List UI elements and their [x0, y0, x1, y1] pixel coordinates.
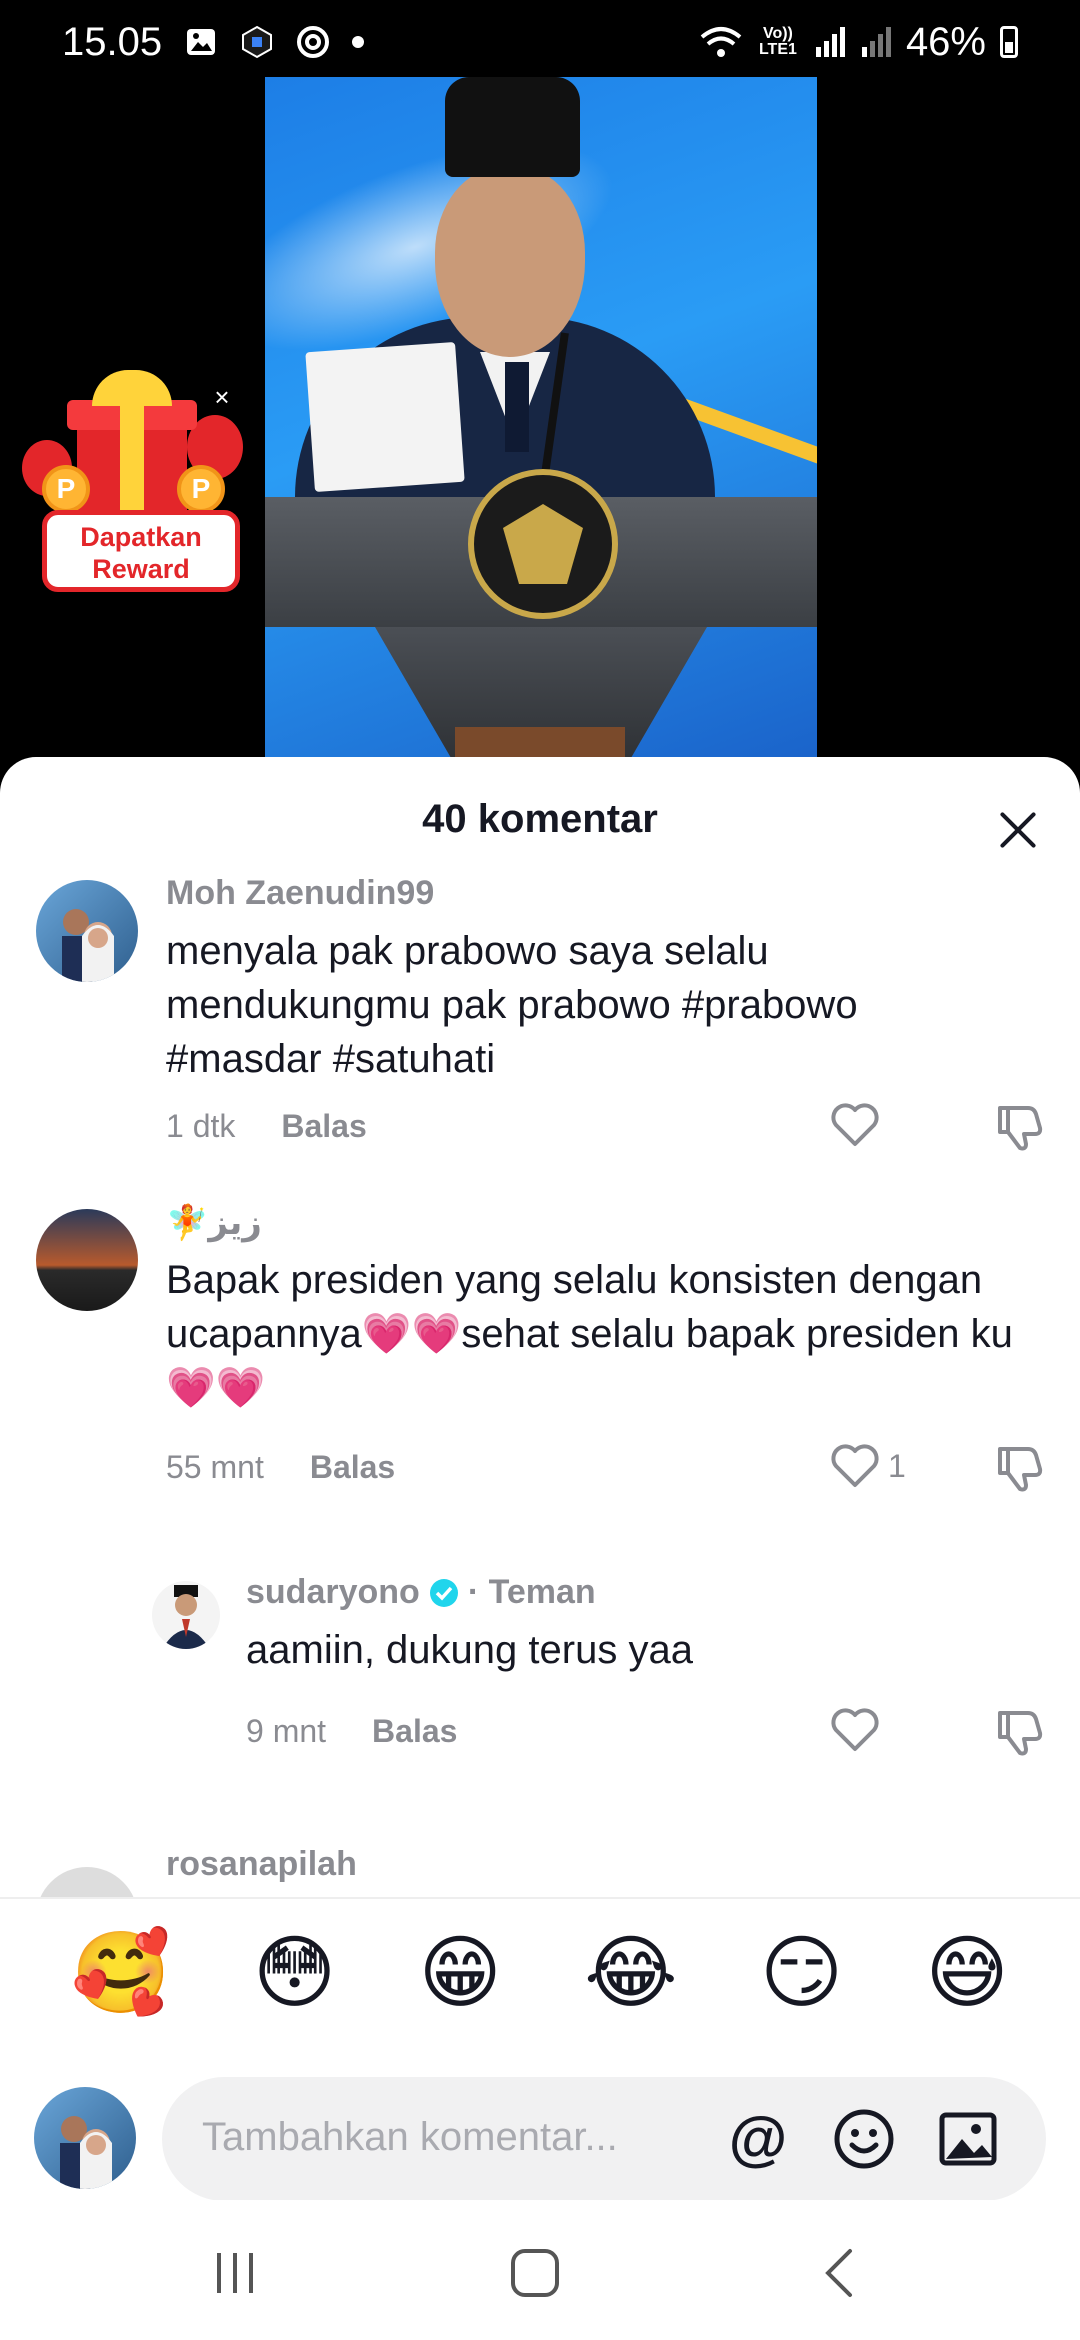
friend-badge: · Teman: [467, 1573, 596, 1611]
reply-button[interactable]: Balas: [281, 1108, 366, 1145]
comment-username[interactable]: sudaryono: [246, 1573, 420, 1612]
garuda-emblem: [468, 469, 618, 619]
reward-label: Dapatkan Reward: [42, 510, 240, 592]
dislike-icon: [998, 1106, 1043, 1151]
like-button[interactable]: 1: [830, 1443, 906, 1489]
comment-username[interactable]: rosanapilah: [166, 1845, 357, 1884]
comment-text: aamiin, dukung terus yaa: [246, 1628, 693, 1672]
avatar[interactable]: [36, 880, 138, 982]
like-count: 1: [888, 1447, 906, 1484]
dislike-button[interactable]: [994, 1707, 1044, 1762]
comment-time: 9 mnt: [246, 1713, 327, 1749]
heart-outline-icon: [831, 1444, 879, 1487]
target-icon: [297, 26, 330, 58]
speech-paper: [305, 341, 465, 493]
comment-input-placeholder: Tambahkan komentar...: [202, 2115, 618, 2159]
reward-close-icon[interactable]: ×: [210, 384, 234, 410]
battery-percent: 46%: [905, 19, 986, 64]
comment-time: 55 mnt: [166, 1449, 264, 1485]
reward-widget[interactable]: P P Dapatkan Reward: [22, 370, 243, 595]
verified-icon: [429, 1578, 458, 1607]
comment-meta: 1 dtk Balas: [166, 1108, 367, 1145]
comment-text: menyala pak prabowo saya selalu mendukun…: [166, 929, 858, 1081]
dislike-button[interactable]: [994, 1443, 1044, 1498]
emoji-button[interactable]: 🥰: [71, 1928, 171, 2018]
comments-count-title: 40 komentar: [422, 797, 658, 841]
app-icon: [242, 25, 273, 59]
dislike-button[interactable]: [994, 1102, 1044, 1157]
emoji-button[interactable]: 😂: [584, 1928, 677, 2018]
user-avatar[interactable]: [34, 2087, 136, 2189]
lte-label: Vo)) LTE1: [758, 25, 797, 58]
comment-time: 1 dtk: [166, 1108, 236, 1144]
speaker-cap: [445, 77, 580, 177]
emoji-quick-bar: 🥰 😳 😁 😂 😏 😅: [0, 1897, 1080, 2047]
speaker-head: [435, 167, 585, 357]
dislike-icon: [998, 1711, 1043, 1756]
emoji-button[interactable]: 😏: [760, 1928, 843, 2018]
close-icon[interactable]: [990, 802, 1046, 858]
status-bar: 15.05 Vo)) LTE1 46%: [0, 0, 1080, 84]
emoji-button[interactable]: 😁: [419, 1928, 502, 2018]
like-button[interactable]: [830, 1707, 880, 1753]
comments-sheet: 40 komentar Moh Zaenudin99 menyala pak p…: [0, 757, 1080, 2340]
wifi-icon: [700, 27, 742, 57]
avatar[interactable]: [152, 1581, 220, 1649]
like-button[interactable]: [830, 1102, 880, 1148]
gift-bow: [92, 370, 172, 406]
comment-text: Bapak presiden yang selalu konsisten den…: [166, 1258, 1013, 1410]
reply-button[interactable]: Balas: [372, 1713, 457, 1750]
recents-icon[interactable]: [205, 2245, 265, 2301]
emoji-button[interactable]: 😳: [253, 1928, 336, 2018]
notification-dot: [352, 36, 365, 48]
at-icon[interactable]: @: [726, 2107, 790, 2171]
comment-meta: 55 mnt Balas: [166, 1449, 395, 1486]
reply-button[interactable]: Balas: [310, 1449, 395, 1486]
signal-2-icon: [861, 27, 891, 57]
emoji-button[interactable]: 😅: [925, 1928, 1008, 2018]
speaker-tie: [505, 362, 529, 452]
comment-meta: 9 mnt Balas: [246, 1713, 457, 1750]
comment-input[interactable]: Tambahkan komentar... @: [162, 2077, 1046, 2201]
dislike-icon: [998, 1447, 1043, 1492]
comment-username[interactable]: 🧚زيز: [166, 1203, 262, 1243]
battery-icon: [1000, 26, 1018, 58]
video-player[interactable]: [265, 77, 817, 770]
heart-outline-icon: [831, 1103, 879, 1146]
gallery-icon: [187, 29, 216, 55]
emoji-icon[interactable]: [832, 2107, 896, 2171]
image-icon[interactable]: [936, 2107, 1000, 2171]
status-time: 15.05: [62, 19, 163, 64]
back-icon[interactable]: [810, 2245, 870, 2301]
comment-username[interactable]: Moh Zaenudin99: [166, 874, 434, 913]
home-icon[interactable]: [505, 2245, 565, 2301]
coin-icon: P: [42, 465, 90, 513]
coin-icon: P: [177, 465, 225, 513]
signal-icon: [815, 27, 845, 57]
avatar[interactable]: [36, 1209, 138, 1311]
reply-username-row: sudaryono · Teman: [246, 1573, 596, 1612]
heart-outline-icon: [831, 1708, 879, 1751]
system-nav-bar: [0, 2200, 1080, 2340]
